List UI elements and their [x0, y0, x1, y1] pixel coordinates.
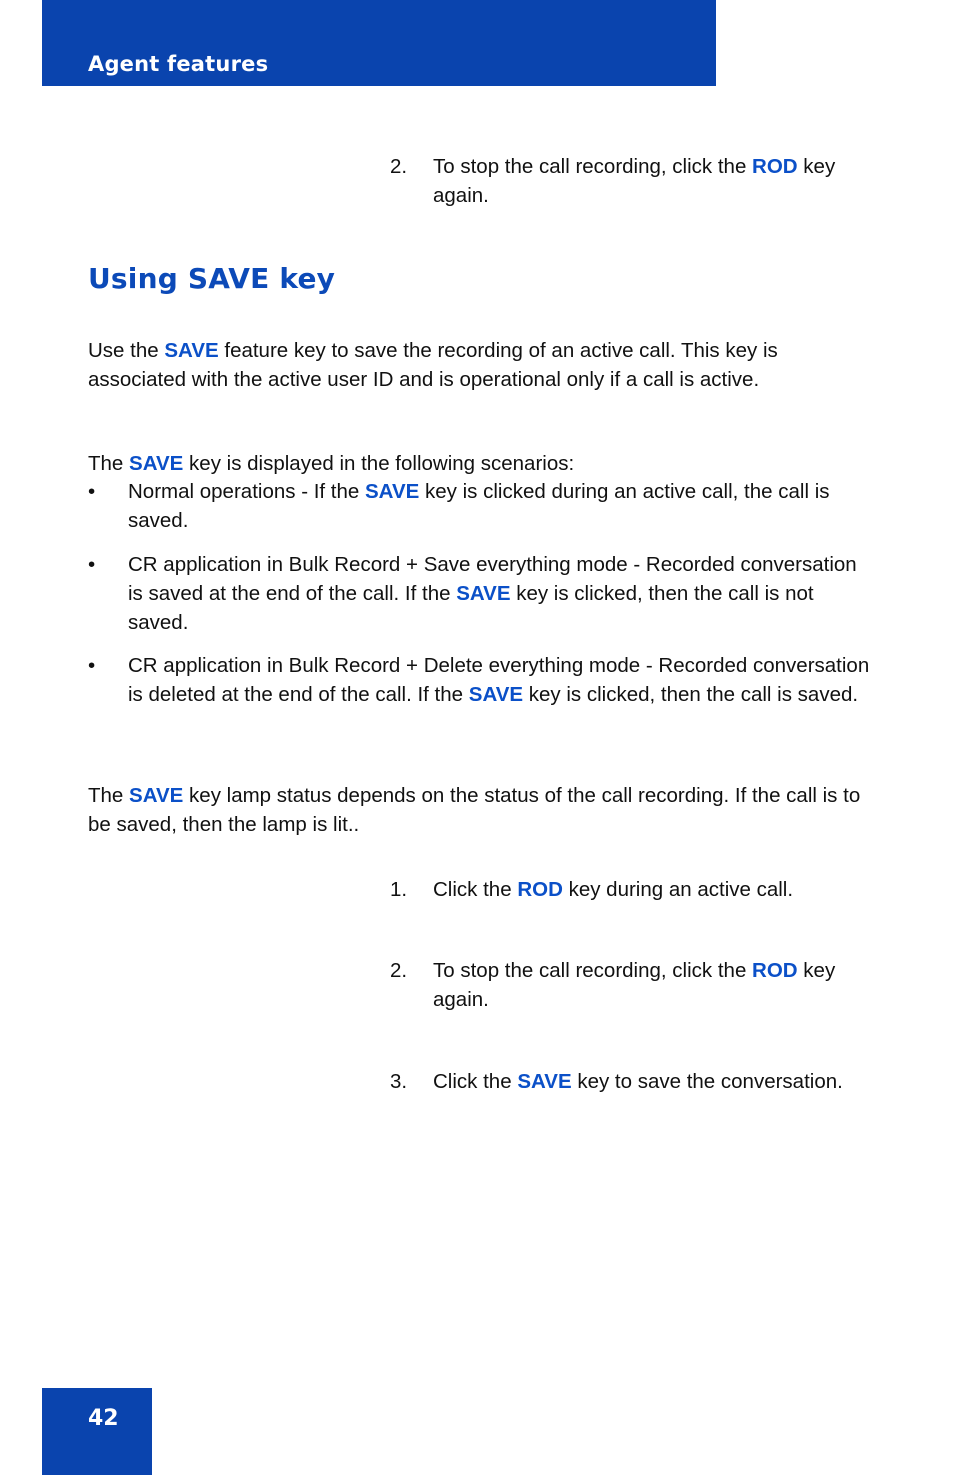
rod-keyword: ROD: [752, 959, 798, 982]
bullet-text-1: Normal operations - If the: [128, 480, 365, 503]
save-keyword: SAVE: [517, 1070, 572, 1093]
list-item-text: CR application in Bulk Record + Save eve…: [128, 550, 872, 637]
save-keyword: SAVE: [456, 582, 511, 605]
bullet-text-2: key is clicked, then the call is saved.: [523, 683, 859, 706]
scenarios-lead-paragraph: The SAVE key is displayed in the followi…: [88, 449, 872, 478]
step-text-after: key to save the conversation.: [571, 1070, 843, 1093]
intro-text-1: Use the: [88, 338, 165, 362]
step-text-before: To stop the call recording, click the: [433, 155, 753, 178]
step-text-after: key during an active call.: [562, 878, 794, 901]
lamp-text-2: key lamp status depends on the status of…: [88, 783, 861, 836]
bullet-icon: •: [88, 553, 96, 576]
step-text-before: Click the: [433, 878, 518, 901]
list-item-text: Normal operations - If the SAVE key is c…: [128, 477, 872, 535]
list-item: • Normal operations - If the SAVE key is…: [88, 477, 872, 535]
step-number: 2.: [390, 959, 408, 982]
scenarios-text-2: key is displayed in the following scenar…: [183, 451, 575, 475]
step-number: 2.: [390, 155, 408, 178]
list-item: • CR application in Bulk Record + Delete…: [88, 651, 872, 709]
save-keyword: SAVE: [365, 480, 420, 503]
save-keyword: SAVE: [129, 783, 184, 807]
intro-paragraph: Use the SAVE feature key to save the rec…: [88, 336, 872, 394]
rod-keyword: ROD: [517, 878, 563, 901]
step-number: 3.: [390, 1070, 408, 1093]
save-keyword: SAVE: [129, 451, 184, 475]
list-item-text: CR application in Bulk Record + Delete e…: [128, 651, 872, 709]
save-keyword: SAVE: [164, 338, 219, 362]
page-header-title: Agent features: [88, 52, 269, 76]
scenarios-text-1: The: [88, 451, 130, 475]
save-keyword: SAVE: [468, 683, 524, 706]
page-content: Agent features 2. To stop the call recor…: [0, 0, 954, 1475]
carried-step-2: 2. To stop the call recording, click the…: [390, 152, 876, 210]
list-item: • CR application in Bulk Record + Save e…: [88, 550, 872, 637]
section-heading: Using SAVE key: [88, 262, 336, 295]
page-header-band: Agent features: [42, 0, 716, 86]
lamp-status-paragraph: The SAVE key lamp status depends on the …: [88, 781, 872, 839]
procedure-step-3: 3. Click the SAVE key to save the conver…: [390, 1067, 876, 1096]
step-number: 1.: [390, 878, 408, 901]
step-text-before: Click the: [433, 1070, 518, 1093]
step-text-before: To stop the call recording, click the: [433, 959, 753, 982]
bullet-icon: •: [88, 480, 96, 503]
lamp-text-1: The: [88, 783, 130, 807]
page-footer-block: 42: [42, 1388, 152, 1475]
step-text: Click the ROD key during an active call.: [433, 875, 876, 904]
step-text: To stop the call recording, click the RO…: [433, 152, 876, 210]
rod-keyword: ROD: [752, 155, 798, 178]
step-text: Click the SAVE key to save the conversat…: [433, 1067, 876, 1096]
bullet-icon: •: [88, 654, 96, 677]
step-text: To stop the call recording, click the RO…: [433, 956, 876, 1014]
page-number: 42: [88, 1406, 119, 1431]
procedure-step-2: 2. To stop the call recording, click the…: [390, 956, 876, 1014]
procedure-step-1: 1. Click the ROD key during an active ca…: [390, 875, 876, 904]
